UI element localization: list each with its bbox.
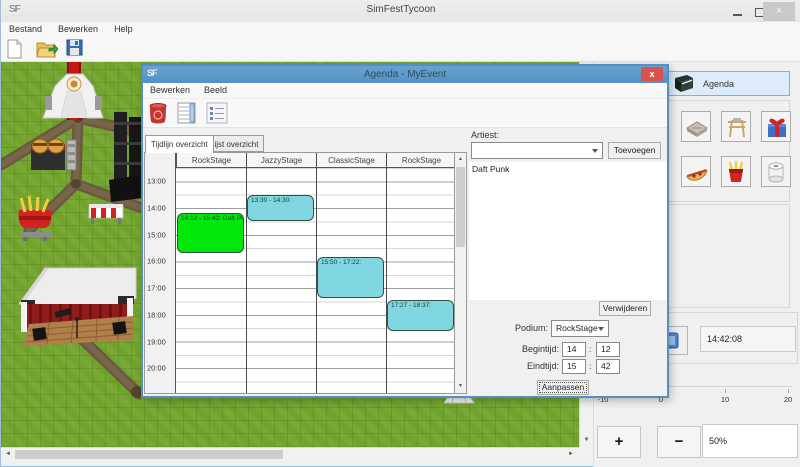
zoom-in-button[interactable]: + [597, 426, 641, 458]
slider-tick-label: 10 [710, 395, 740, 404]
time-label: 15:00 [147, 230, 166, 239]
open-folder-icon[interactable] [36, 39, 58, 59]
new-file-icon[interactable] [6, 39, 28, 59]
time-label: 13:00 [147, 177, 166, 186]
column-header-rockstage: RockStage [386, 153, 456, 168]
shop-item-pizza[interactable] [681, 156, 711, 187]
chevron-down-icon [598, 327, 604, 331]
scroll-down-icon[interactable]: ▼ [455, 380, 466, 393]
dialog-title: Agenda - MyEvent [143, 69, 667, 80]
schedule-event[interactable]: 14:12 - 15:42: Daft Punk [177, 213, 244, 253]
shop-item-toilet-roll[interactable] [761, 156, 791, 187]
entrance-gate [43, 74, 103, 118]
agenda-button-label: Agenda [703, 79, 734, 89]
end-minute-field[interactable]: 42 [596, 359, 620, 374]
menu-item-bewerken[interactable]: Bewerken [50, 22, 106, 36]
slider-tick [725, 389, 726, 393]
end-hour-field[interactable]: 15 [562, 359, 586, 374]
shop-item-road[interactable] [681, 111, 711, 142]
slider-tick [788, 389, 789, 393]
dialog-titlebar[interactable]: SF Agenda - MyEvent x [143, 66, 667, 83]
artist-label: Artiest: [471, 130, 499, 140]
striped-stand [89, 204, 123, 224]
time-colon: : [589, 344, 591, 354]
scrollbar-corner [579, 447, 593, 461]
scroll-left-icon[interactable]: ◄ [1, 448, 15, 461]
time-gutter [145, 153, 176, 393]
podium-combobox[interactable]: RockStage [551, 320, 609, 337]
fries-stand [19, 196, 52, 241]
add-artist-button[interactable]: Toevoegen [608, 142, 661, 159]
menu-item-bestand[interactable]: Bestand [1, 22, 50, 36]
main-stage [19, 268, 136, 346]
time-label: 16:00 [147, 257, 166, 266]
end-time-label: Eindtijd: [511, 361, 559, 371]
time-colon: : [589, 361, 591, 371]
time-label: 19:00 [147, 337, 166, 346]
window-titlebar: SF SimFestTycoon × [1, 0, 800, 22]
window-title: SimFestTycoon [1, 4, 800, 15]
list-view-icon[interactable] [206, 102, 228, 124]
schedule-event[interactable]: 15:50 - 17:22: [317, 257, 384, 298]
zoom-value-field[interactable]: 50% [702, 424, 798, 458]
remove-button[interactable]: Verwijderen [599, 301, 651, 316]
artist-combobox[interactable] [471, 142, 603, 159]
column-header-classicstage: ClassicStage [316, 153, 386, 168]
agenda-dialog: SF Agenda - MyEvent x BewerkenBeeld Tijd… [141, 64, 669, 398]
schedule-event[interactable]: 13:30 - 14:30: [247, 195, 314, 222]
shop-item-gate[interactable] [721, 111, 751, 142]
zoom-out-button[interactable]: − [657, 426, 701, 458]
close-button[interactable]: × [763, 2, 795, 21]
tab-tijdlijn-overzicht[interactable]: Tijdlijn overzicht [145, 135, 214, 153]
scroll-right-icon[interactable]: ► [564, 448, 578, 461]
map-horizontal-scrollbar[interactable]: ◄ ► [1, 447, 579, 461]
menu-item-beeld[interactable]: Beeld [197, 83, 234, 97]
shop-item-gift[interactable] [761, 111, 791, 142]
schedule-scrollbar[interactable]: ▲▼ [454, 153, 466, 393]
trash-icon[interactable] [148, 102, 170, 124]
start-minute-field[interactable]: 12 [596, 342, 620, 357]
save-icon[interactable] [66, 39, 88, 59]
column-header-jazzystage: JazzyStage [246, 153, 316, 168]
timeline-view-icon[interactable] [177, 102, 199, 124]
dialog-menubar: BewerkenBeeld [143, 83, 667, 99]
start-time-label: Begintijd: [511, 344, 559, 354]
artist-list-item[interactable]: Daft Punk [469, 162, 667, 174]
minimize-button[interactable] [729, 5, 747, 19]
start-hour-field[interactable]: 14 [562, 342, 586, 357]
schedule-event[interactable]: 17:27 - 18:37: [387, 300, 454, 331]
column-header-rockstage: RockStage [176, 153, 246, 168]
podium-label: Podium: [498, 323, 548, 333]
schedule-grid [176, 168, 454, 393]
time-label: 14:00 [147, 204, 166, 213]
schedule-scroll-thumb[interactable] [456, 167, 465, 247]
menu-item-help[interactable]: Help [106, 22, 141, 36]
burger-stand [31, 139, 65, 170]
horizontal-scroll-thumb[interactable] [15, 450, 283, 459]
dialog-close-button[interactable]: x [641, 67, 663, 81]
shop-item-fries[interactable] [721, 156, 751, 187]
main-toolbar [1, 37, 800, 62]
time-label: 17:00 [147, 284, 166, 293]
time-display: 14:42:08 [700, 326, 796, 352]
chevron-down-icon [592, 149, 598, 153]
menu-item-bewerken[interactable]: Bewerken [143, 83, 197, 97]
column-divider [386, 153, 387, 393]
apply-button[interactable]: Aanpassen [537, 380, 589, 395]
scroll-up-icon[interactable]: ▲ [455, 153, 466, 166]
dialog-toolbar [143, 99, 667, 128]
slider-tick-label: 20 [773, 395, 800, 404]
time-label: 18:00 [147, 310, 166, 319]
menu-board [67, 140, 76, 170]
scroll-down-icon[interactable]: ▼ [580, 433, 593, 447]
dialog-content: Tijdlijn overzichtLijst overzicht RockSt… [143, 128, 667, 396]
column-divider [246, 153, 247, 393]
book-icon [673, 74, 695, 93]
main-menubar: BestandBewerkenHelp [1, 22, 800, 37]
time-label: 20:00 [147, 364, 166, 373]
artist-listbox[interactable]: Daft Punk [469, 162, 667, 300]
schedule-timeline: RockStageJazzyStageClassicStageRockStage… [144, 152, 467, 394]
application-window: SF SimFestTycoon × BestandBewerkenHelp [1, 0, 799, 466]
